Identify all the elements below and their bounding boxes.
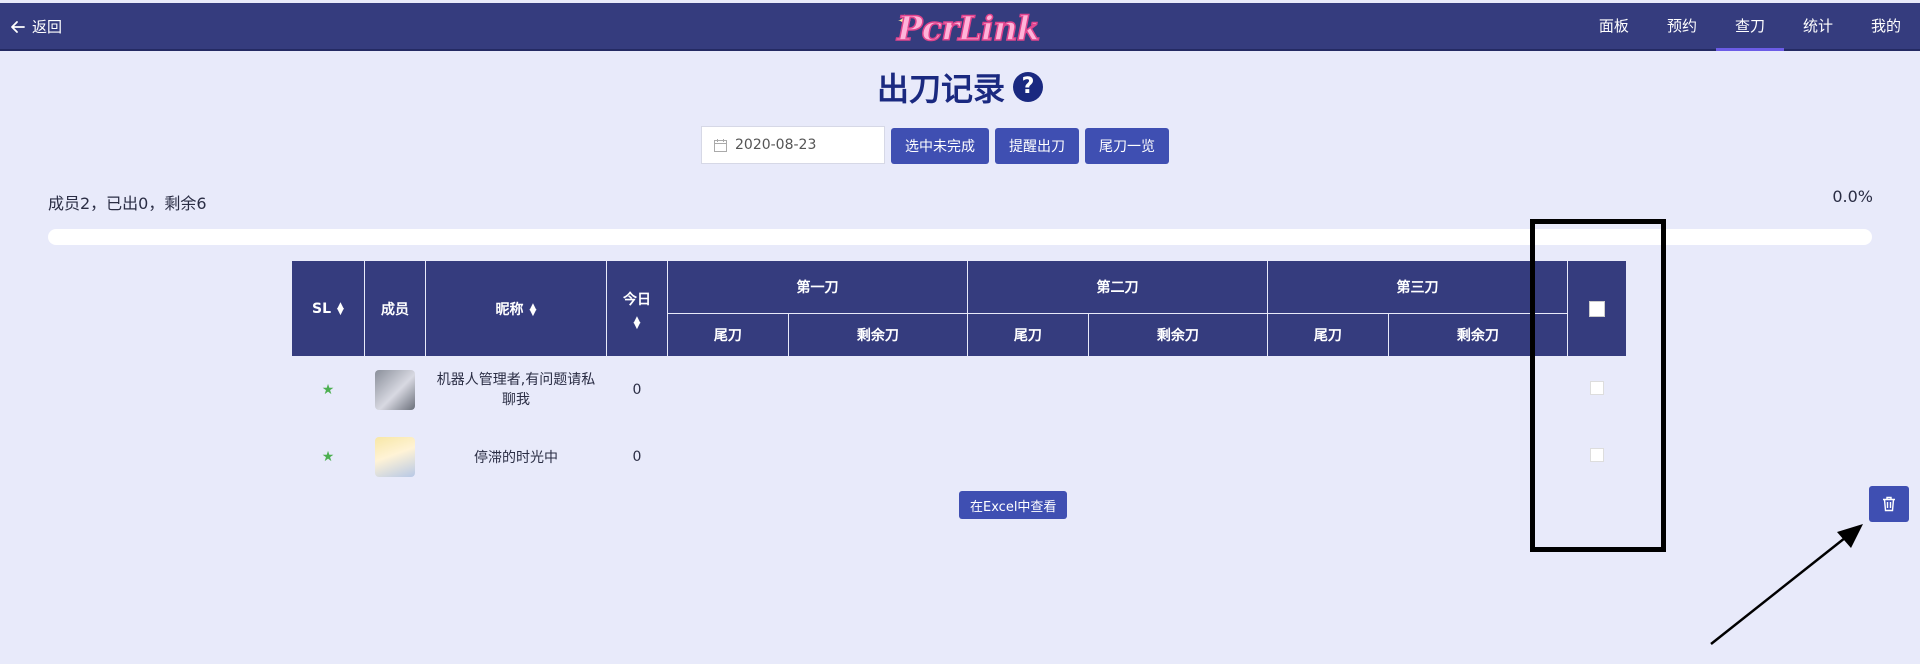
second-remaining-cell [1088, 357, 1267, 424]
star-icon: ★ [321, 382, 335, 399]
today-header[interactable]: 今日 ▲ ▼ [606, 260, 668, 357]
today-cell: 0 [632, 382, 642, 399]
nickname-cell: 停滞的时光中 [474, 449, 558, 466]
first-remaining-cell [788, 357, 967, 424]
nickname-header[interactable]: 昵称 ▲ ▼ [425, 260, 607, 357]
logo-text: PcrLink [896, 8, 1041, 50]
tail-list-button[interactable]: 尾刀一览 [1085, 128, 1169, 164]
nav-check-attacks[interactable]: 查刀 [1715, 3, 1784, 51]
arrow-left-icon [11, 20, 25, 33]
toolbar: 2020-08-23 选中未完成 提醒出刀 尾刀一览 [701, 126, 1169, 166]
date-picker[interactable]: 2020-08-23 [701, 126, 885, 164]
view-in-excel-button[interactable]: 在Excel中查看 [959, 491, 1068, 519]
back-label: 返回 [32, 18, 63, 36]
back-button[interactable]: 返回 [10, 16, 62, 37]
annotation-arrow [1710, 524, 1863, 645]
today-cell: 0 [632, 448, 642, 465]
delete-button[interactable] [1869, 486, 1909, 522]
progress-percent: 0.0% [1832, 187, 1873, 206]
first-remaining-cell [788, 424, 967, 490]
app-logo: ✦ PcrLink [896, 5, 1041, 50]
third-tail-cell [1267, 424, 1388, 490]
third-tail-cell [1267, 357, 1388, 424]
trash-icon [1883, 496, 1895, 512]
first-tail-header: 尾刀 [667, 313, 789, 357]
third-attack-header: 第三刀 [1266, 260, 1569, 314]
avatar [375, 370, 415, 411]
remind-attack-button[interactable]: 提醒出刀 [995, 128, 1079, 164]
annotation-highlight-box [1530, 219, 1666, 552]
member-header: 成员 [364, 260, 426, 357]
second-remaining-header: 剩余刀 [1087, 313, 1268, 357]
select-unfinished-button[interactable]: 选中未完成 [891, 128, 989, 164]
nickname-header-label: 昵称 [495, 301, 524, 318]
main-nav: 面板 预约 查刀 统计 我的 [1580, 3, 1920, 51]
sl-header[interactable]: SL ▲ ▼ [291, 260, 365, 357]
sl-header-label: SL [312, 300, 332, 317]
first-tail-cell [668, 424, 789, 490]
title-row: 出刀记录 ? [0, 64, 1920, 110]
nav-statistics[interactable]: 统计 [1784, 3, 1852, 49]
avatar [375, 436, 415, 477]
sort-icon: ▲ ▼ [337, 300, 344, 317]
first-tail-cell [668, 357, 789, 424]
calendar-icon [714, 138, 727, 152]
second-tail-header: 尾刀 [966, 313, 1089, 357]
second-tail-cell [967, 424, 1088, 490]
sort-icon: ▲ ▼ [633, 314, 641, 331]
third-tail-header: 尾刀 [1266, 313, 1389, 357]
member-stats: 成员2，已出0，剩余6 [48, 194, 207, 213]
sort-icon: ▲ ▼ [529, 301, 537, 318]
second-tail-cell [967, 357, 1088, 424]
nav-reservation[interactable]: 预约 [1648, 3, 1716, 49]
nickname-cell: 机器人管理者,有问题请私聊我 [436, 372, 596, 409]
second-attack-header: 第二刀 [966, 260, 1268, 314]
date-value: 2020-08-23 [735, 137, 817, 153]
attack-record-table: SL ▲ ▼ 成员 昵称 ▲ ▼ 今日 ▲ ▼ 第一刀 第二刀 第三刀 尾刀 剩余刀 尾刀 … [291, 260, 1627, 490]
first-attack-header: 第一刀 [667, 260, 968, 314]
star-icon: ★ [321, 448, 335, 465]
page: 返回 ✦ PcrLink 面板 预约 查刀 统计 我的 出刀记录 ? 2020-… [0, 0, 1920, 664]
nav-dashboard[interactable]: 面板 [1580, 3, 1648, 49]
table-row: ★ 机器人管理者,有问题请私聊我 0 [292, 357, 1627, 424]
help-icon[interactable]: ? [1013, 72, 1043, 102]
page-title-text: 出刀记录 [876, 70, 1005, 108]
page-title: 出刀记录 ? [877, 64, 1043, 110]
nav-profile[interactable]: 我的 [1852, 3, 1920, 49]
table-row: ★ 停滞的时光中 0 [292, 424, 1627, 490]
second-remaining-cell [1088, 424, 1267, 490]
first-remaining-header: 剩余刀 [787, 313, 968, 357]
top-navbar: 返回 ✦ PcrLink 面板 预约 查刀 统计 我的 [0, 3, 1920, 51]
today-header-label: 今日 [623, 291, 651, 308]
